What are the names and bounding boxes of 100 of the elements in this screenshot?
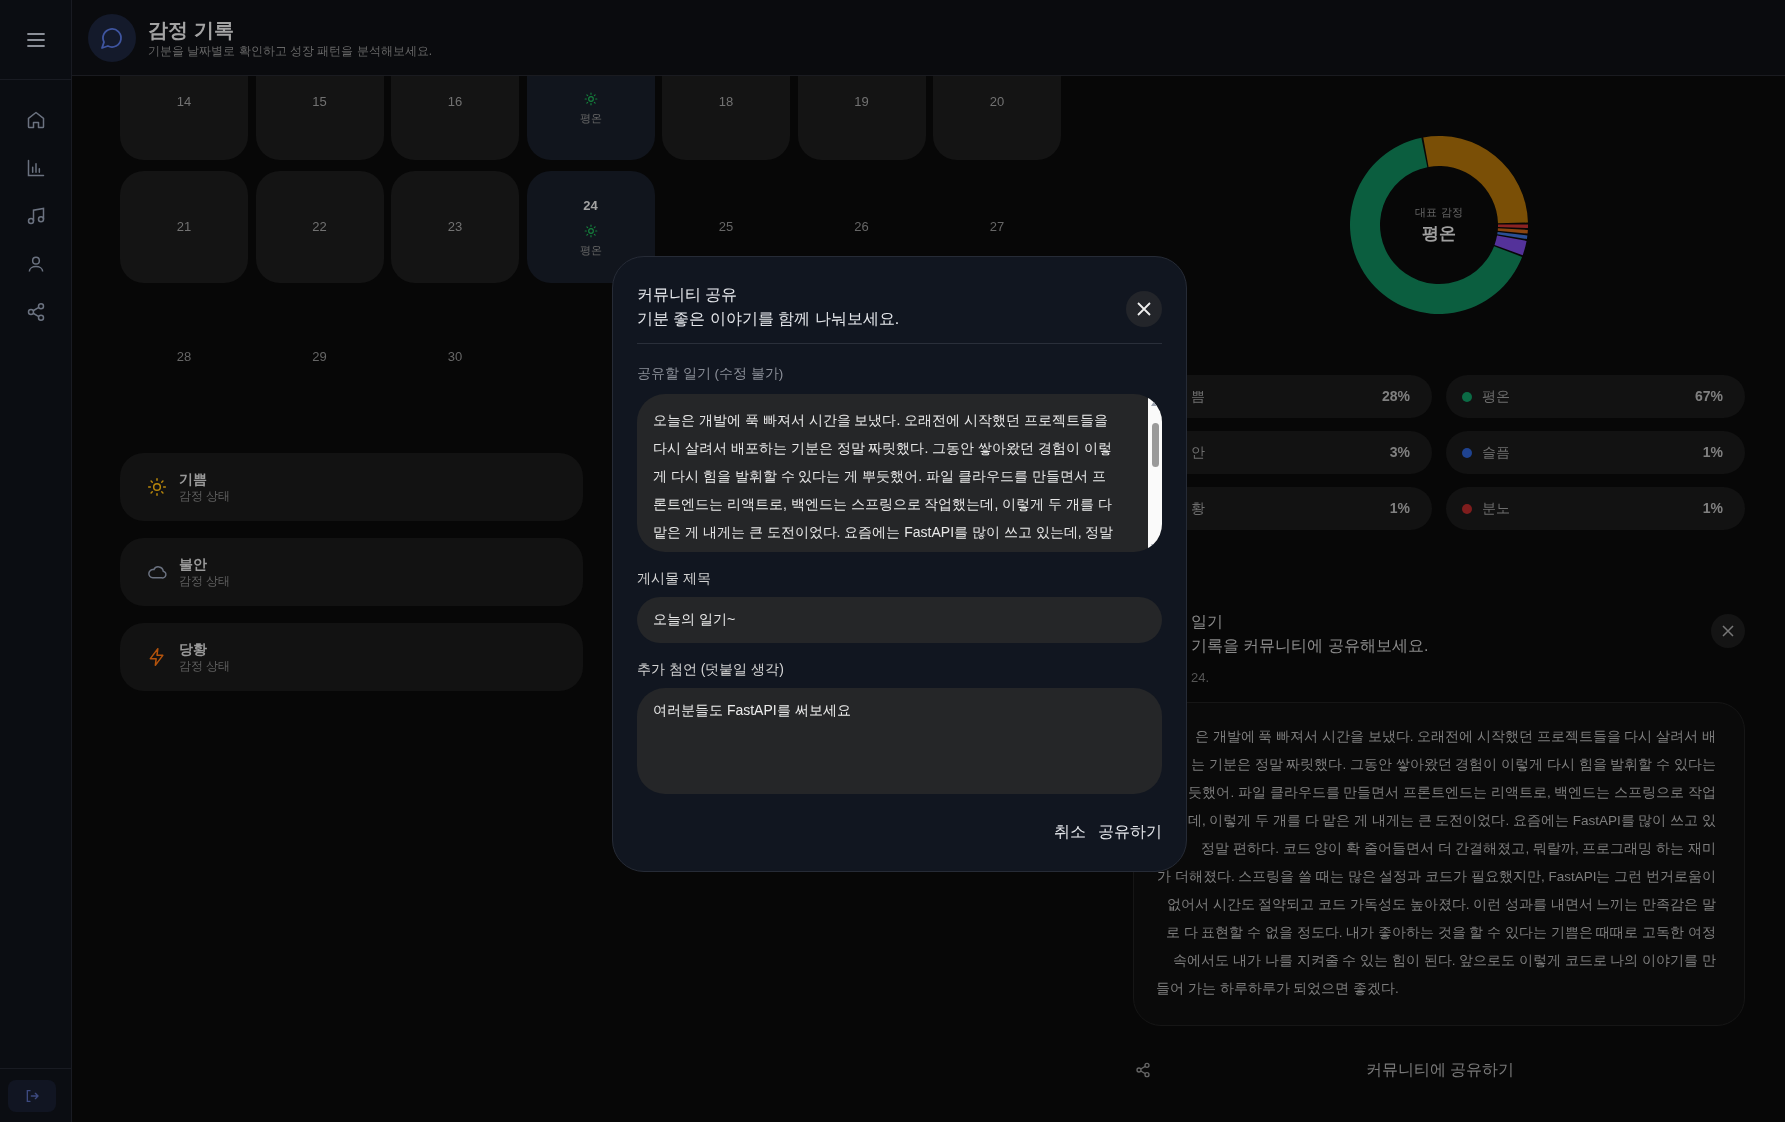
speech-bubble-icon <box>100 25 124 50</box>
music-note-icon <box>25 206 46 226</box>
lightning-icon <box>147 647 167 667</box>
diary-line: 게 다시 힘을 발휘할 수 있다는 게 뿌듯했어. 파일 클라우드를 만들면서 프 <box>653 467 1107 487</box>
day-number: 20 <box>989 93 1005 111</box>
emotion-name: 기쁨 <box>179 470 208 488</box>
field-label: 게시물 제목 <box>637 569 712 589</box>
day-cell[interactable]: 28 <box>120 294 248 420</box>
day-cell[interactable]: 18 <box>662 76 790 160</box>
chart-center-label: 평온 <box>1422 222 1456 245</box>
day-number: 21 <box>176 218 192 237</box>
diary-line: 로 다 표현할 수 없을 정도다. 내가 좋아하는 것을 할 수 있다는 기쁨은 때때로 고독한 여정 <box>1165 923 1716 942</box>
scrollbar-thumb[interactable] <box>1151 423 1159 468</box>
diary-line: 들어 가는 하루하루가 되었으면 좋겠다. <box>1156 979 1400 998</box>
diary-line: 속에서도 내가 나를 지켜줄 수 있는 힘이 된다. 앞으로도 이렇게 코드로 나의 이야기를 만 <box>1172 951 1716 970</box>
day-number: 14 <box>176 93 192 111</box>
emotion-card[interactable]: 기쁨 감정 상태 <box>120 453 583 521</box>
diary-line: 듯했어. 파일 클라우드를 만들면서 프론트엔드는 리액트로, 백엔드는 스프링으로 작업 <box>1187 783 1716 802</box>
emotion-name: 불안 <box>179 555 208 573</box>
dialog-button[interactable]: 공유하기 <box>1098 820 1162 845</box>
stat-percent: 67% <box>1694 387 1723 406</box>
diary-line: 없어서 시간도 절약되고 코드 가독성도 높아졌다. 이런 성과를 내면서 느끼는 만족감은 말 <box>1166 895 1716 914</box>
day-number: 29 <box>312 348 327 367</box>
day-cell[interactable]: 29 <box>255 294 384 420</box>
emotion-caption: 감정 상태 <box>179 488 231 504</box>
sun-icon <box>583 92 598 106</box>
day-number: 25 <box>718 218 734 237</box>
home-icon <box>25 110 46 130</box>
day-number: 26 <box>854 218 869 237</box>
day-cell[interactable]: 14 <box>120 76 248 160</box>
mood-label: 평온 <box>579 111 602 126</box>
emotion-card[interactable]: 불안 감정 상태 <box>120 538 583 606</box>
stat-percent: 1% <box>1702 499 1723 518</box>
dialog-subtitle: 기분 좋은 이야기를 함께 나눠보세요. <box>637 309 900 329</box>
day-number: 19 <box>854 93 869 111</box>
day-cell[interactable]: 15 <box>255 76 384 160</box>
share-community-button[interactable]: 커뮤니티에 공유하기 <box>1133 1037 1745 1102</box>
day-cell[interactable]: 16 <box>391 76 519 160</box>
diary-text-area[interactable] <box>637 394 1162 553</box>
stat-label: 황 <box>1191 499 1206 518</box>
diary-line: 오늘은 개발에 푹 빠져서 시간을 보냈다. 오래전에 시작했던 프로젝트들을 <box>653 411 1109 431</box>
diary-line: 맡은 게 내게는 큰 도전이었다. 요즘에는 FastAPI를 많이 쓰고 있는데, 정말 <box>653 523 1115 543</box>
dialog-title: 커뮤니티 공유 <box>637 285 739 305</box>
close-icon <box>1722 625 1734 637</box>
stat-percent: 1% <box>1389 499 1410 518</box>
day-cell[interactable]: 23 <box>391 171 519 283</box>
day-cell[interactable]: 20 <box>933 76 1061 160</box>
sun-icon <box>147 477 167 497</box>
day-number: 28 <box>176 348 192 367</box>
stat-percent: 28% <box>1381 387 1410 406</box>
diary-line: 가 더해졌다. 스프링을 쓸 때는 많은 설정과 코드가 필요했지만, FastAPI는 그런 번거로움이 <box>1156 867 1716 886</box>
share-icon <box>25 302 46 322</box>
day-number: 16 <box>447 93 463 111</box>
diary-line: 은 개발에 푹 빠져서 시간을 보냈다. 오래전에 시작했던 프로젝트들을 다시 살려서 배 <box>1194 727 1716 746</box>
emotion-caption: 감정 상태 <box>179 658 231 674</box>
day-cell[interactable]: 19 <box>797 76 926 160</box>
emotion-card[interactable]: 당황 감정 상태 <box>120 623 583 691</box>
stat-percent: 1% <box>1702 443 1723 462</box>
diary-line: 데, 이렇게 두 개를 다 맡은 게 내게는 큰 도전이었다. 요즘에는 FastAPI를 많이 쓰고 있 <box>1186 811 1716 830</box>
day-number: 24 <box>583 197 598 215</box>
day-number: 22 <box>312 218 327 237</box>
menu-icon <box>26 32 45 47</box>
day-number: 30 <box>447 348 463 367</box>
close-icon <box>1137 302 1151 316</box>
note-text-area[interactable]: 여러분들도 FastAPI를 써보세요 <box>637 688 1162 795</box>
diary-line: 다시 살려서 배포하는 기분은 정말 짜릿했다. 그동안 쌓아왔던 경험이 이렇 <box>653 439 1113 459</box>
day-cell[interactable]: 21 <box>120 171 248 283</box>
diary-line: 정말 편하다. 코드 양이 확 줄어들면서 더 간결해졌고, 뭐랄까, 프로그래밍 하는 재미 <box>1200 839 1716 858</box>
stat-label: 안 <box>1191 443 1206 462</box>
bar-chart-icon <box>25 158 46 178</box>
day-number: 18 <box>718 93 734 111</box>
field-label: 추가 첨언 (덧붙일 생각) <box>637 660 785 680</box>
emotion-caption: 감정 상태 <box>179 573 231 589</box>
stat-label: 평온 <box>1482 387 1511 406</box>
page-subtitle: 기분을 날짜별로 확인하고 성장 패턴을 분석해보세요. <box>148 42 432 59</box>
diary-line: 론트엔드는 리액트로, 백엔드는 스프링으로 작업했는데, 이렇게 두 개를 다 <box>653 495 1113 515</box>
chart-caption: 대표 감정 <box>1415 205 1463 220</box>
logout-icon <box>24 1087 40 1104</box>
stat-label: 슬픔 <box>1482 443 1511 462</box>
mood-label: 평온 <box>579 242 602 258</box>
day-cell[interactable]: 24 평온 <box>526 171 655 283</box>
day-cell[interactable]: 평온 <box>526 76 655 160</box>
day-number: 15 <box>312 93 327 111</box>
close-button[interactable] <box>1126 291 1162 327</box>
dialog-button[interactable]: 취소 <box>1054 820 1086 845</box>
stat-label: 분노 <box>1482 499 1511 518</box>
field-label: 공유할 일기 (수정 불가) <box>637 365 785 383</box>
day-number: 27 <box>989 218 1005 237</box>
diary-subtitle: 기록을 커뮤니티에 공유해보세요. <box>1191 636 1429 656</box>
stat-label: 쁨 <box>1191 387 1206 406</box>
title-input[interactable]: 오늘의 일기~ <box>637 597 1162 644</box>
diary-title: 일기 <box>1191 612 1224 632</box>
emotion-name: 당황 <box>179 640 208 658</box>
share-icon <box>1135 1061 1151 1078</box>
day-cell[interactable]: 22 <box>255 171 384 283</box>
day-cell[interactable]: 30 <box>391 294 519 420</box>
scroll-up-icon <box>1151 400 1159 407</box>
stat-percent: 3% <box>1389 443 1410 462</box>
day-number: 23 <box>447 218 463 237</box>
sun-icon <box>583 223 598 238</box>
